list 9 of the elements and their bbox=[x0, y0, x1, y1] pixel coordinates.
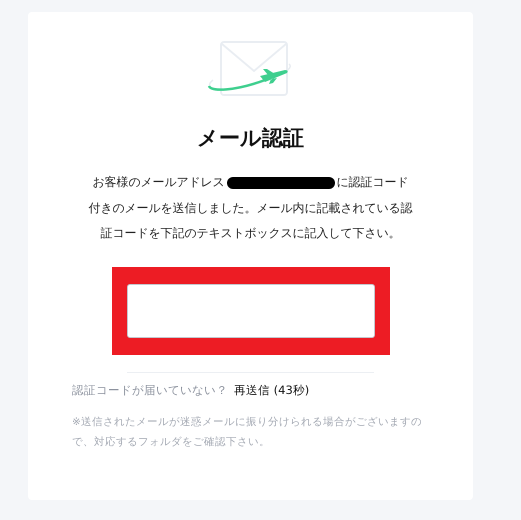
resend-prompt: 認証コードが届いていない？ bbox=[72, 382, 228, 398]
resend-link[interactable]: 再送信 (43秒) bbox=[234, 382, 310, 398]
spam-note: ※送信されたメールが迷惑メールに振り分けられる場合がございますので、対応するフォルダをご確認下さい。 bbox=[72, 414, 423, 450]
instruction-text: に認証コード bbox=[336, 174, 408, 191]
instruction-text: 付きのメールを送信しました。メール内に記載されている認 bbox=[88, 200, 412, 216]
instruction-text: お客様のメールアドレス bbox=[92, 174, 224, 191]
page-title: メール認証 bbox=[197, 125, 304, 152]
code-input-field[interactable] bbox=[126, 284, 374, 338]
instruction-text: 証コードを下記のテキストボックスに記入して下さい。 bbox=[100, 225, 400, 242]
